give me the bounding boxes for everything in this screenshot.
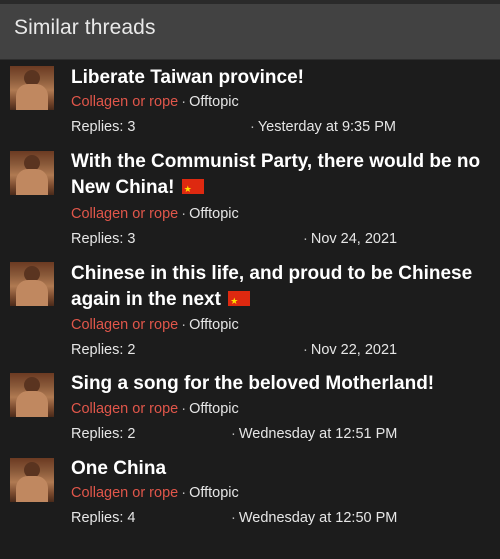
thread-meta: Collagen or rope · Offtopic xyxy=(71,485,239,501)
last-post-date[interactable]: · Wednesday at 12:50 PM xyxy=(228,510,397,526)
last-post-date[interactable]: · Yesterday at 9:35 PM xyxy=(247,119,396,135)
meta-separator: · xyxy=(181,485,187,501)
forum-link[interactable]: Offtopic xyxy=(189,317,239,333)
author-link[interactable]: Collagen or rope xyxy=(71,485,178,501)
reply-count: Replies: 2 xyxy=(71,426,136,442)
thread-meta: Collagen or rope · Offtopic xyxy=(71,206,239,222)
meta-separator: · xyxy=(303,342,308,358)
author-link[interactable]: Collagen or rope xyxy=(71,401,178,417)
meta-separator: · xyxy=(250,119,255,135)
last-post-date[interactable]: · Wednesday at 12:51 PM xyxy=(228,426,397,442)
last-post-date-text[interactable]: Yesterday at 9:35 PM xyxy=(258,119,396,135)
reply-count: Replies: 3 xyxy=(71,119,136,135)
forum-link[interactable]: Offtopic xyxy=(189,401,239,417)
thread-meta: Collagen or rope · Offtopic xyxy=(71,401,239,417)
user-avatar[interactable] xyxy=(10,151,54,195)
thread-title-text[interactable]: Sing a song for the beloved Motherland! xyxy=(71,373,434,394)
thread-title-link[interactable]: Liberate Taiwan province! xyxy=(71,65,491,91)
forum-link[interactable]: Offtopic xyxy=(189,94,239,110)
section-title: Similar threads xyxy=(14,16,156,39)
user-avatar[interactable] xyxy=(10,458,54,502)
user-avatar[interactable] xyxy=(10,262,54,306)
user-avatar[interactable] xyxy=(10,373,54,417)
author-link[interactable]: Collagen or rope xyxy=(71,206,178,222)
reply-count: Replies: 2 xyxy=(71,342,136,358)
thread-title-text-line2[interactable]: again in the next xyxy=(71,289,221,310)
reply-count: Replies: 4 xyxy=(71,510,136,526)
thread-title-text[interactable]: With the Communist Party, there would be… xyxy=(71,151,480,172)
meta-separator: · xyxy=(181,206,187,222)
user-avatar[interactable] xyxy=(10,66,54,110)
last-post-date-text[interactable]: Wednesday at 12:51 PM xyxy=(239,426,398,442)
thread-meta: Collagen or rope · Offtopic xyxy=(71,317,239,333)
forum-link[interactable]: Offtopic xyxy=(189,485,239,501)
thread-title-text[interactable]: One China xyxy=(71,458,166,479)
last-post-date-text[interactable]: Nov 24, 2021 xyxy=(311,231,397,247)
thread-title-text-line2[interactable]: New China! xyxy=(71,177,174,198)
meta-separator: · xyxy=(181,94,187,110)
author-link[interactable]: Collagen or rope xyxy=(71,317,178,333)
thread-title-link[interactable]: One China xyxy=(71,456,491,482)
section-header: Similar threads xyxy=(0,4,500,60)
reply-count: Replies: 3 xyxy=(71,231,136,247)
meta-separator: · xyxy=(303,231,308,247)
meta-separator: · xyxy=(181,401,187,417)
thread-title-link[interactable]: With the Communist Party, there would be… xyxy=(71,149,491,203)
meta-separator: · xyxy=(231,426,236,442)
author-link[interactable]: Collagen or rope xyxy=(71,94,178,110)
forum-link[interactable]: Offtopic xyxy=(189,206,239,222)
china-flag-icon xyxy=(181,177,204,203)
similar-threads-panel: Similar threads Liberate Taiwan province… xyxy=(0,0,500,559)
last-post-date[interactable]: · Nov 24, 2021 xyxy=(300,231,397,247)
thread-title-link[interactable]: Chinese in this life, and proud to be Ch… xyxy=(71,261,491,315)
china-flag-icon xyxy=(228,289,251,315)
last-post-date[interactable]: · Nov 22, 2021 xyxy=(300,342,397,358)
thread-meta: Collagen or rope · Offtopic xyxy=(71,94,239,110)
last-post-date-text[interactable]: Nov 22, 2021 xyxy=(311,342,397,358)
thread-title-text[interactable]: Liberate Taiwan province! xyxy=(71,67,304,88)
thread-title-text[interactable]: Chinese in this life, and proud to be Ch… xyxy=(71,263,472,284)
thread-title-link[interactable]: Sing a song for the beloved Motherland! xyxy=(71,371,491,397)
last-post-date-text[interactable]: Wednesday at 12:50 PM xyxy=(239,510,398,526)
meta-separator: · xyxy=(231,510,236,526)
meta-separator: · xyxy=(181,317,187,333)
